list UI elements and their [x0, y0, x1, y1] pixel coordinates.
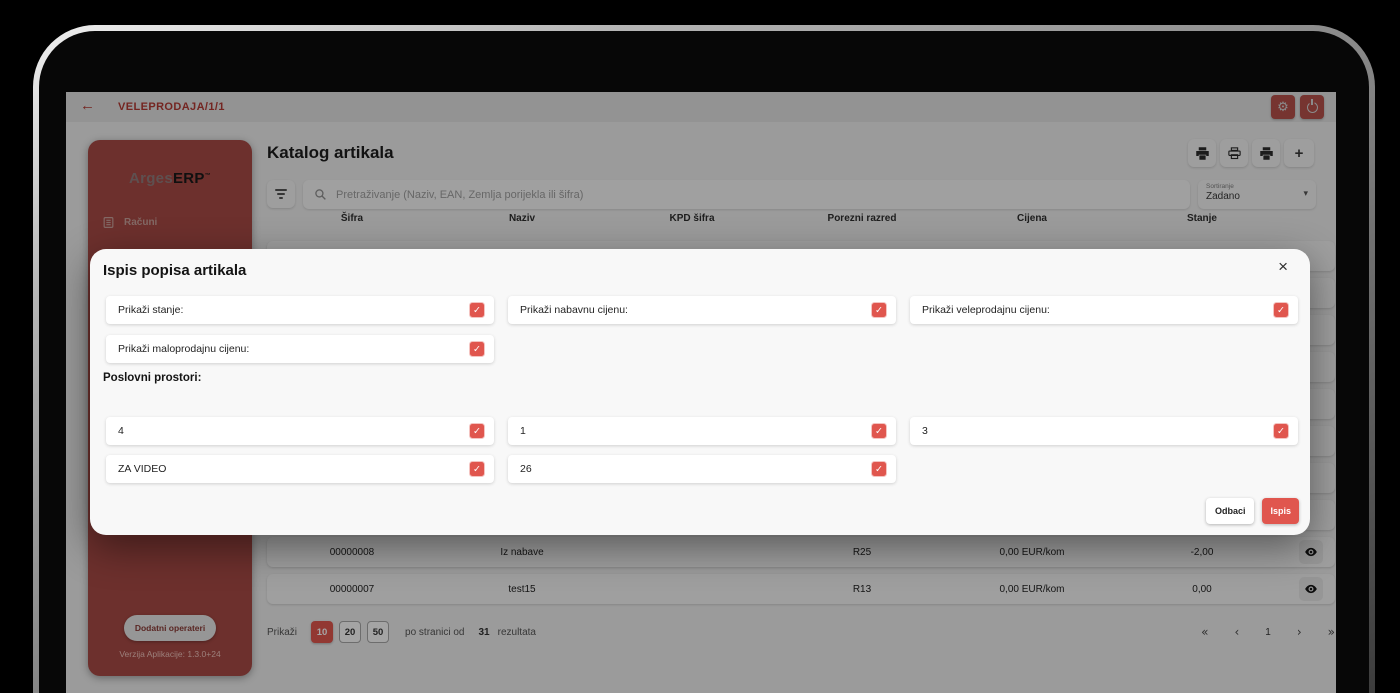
print-option-card[interactable]: Prikaži veleprodajnu cijenu: ✓ [910, 296, 1298, 324]
checkbox-checked[interactable]: ✓ [470, 462, 484, 476]
checkbox-checked[interactable]: ✓ [1274, 424, 1288, 438]
premise-label: 1 [520, 425, 872, 437]
dialog-actions: Odbaci Ispis [1206, 498, 1299, 524]
premise-card[interactable]: 26 ✓ [508, 455, 896, 483]
print-option-card[interactable]: Prikaži stanje: ✓ [106, 296, 494, 324]
premise-card[interactable]: 3 ✓ [910, 417, 1298, 445]
premise-label: 26 [520, 463, 872, 475]
checkbox-checked[interactable]: ✓ [872, 303, 886, 317]
checkbox-checked[interactable]: ✓ [872, 462, 886, 476]
close-icon: × [1278, 257, 1288, 276]
print-options: Prikaži stanje: ✓ Prikaži nabavnu cijenu… [106, 296, 1302, 363]
checkbox-checked[interactable]: ✓ [1274, 303, 1288, 317]
print-option-label: Prikaži veleprodajnu cijenu: [922, 304, 1274, 316]
print-option-label: Prikaži maloprodajnu cijenu: [118, 343, 470, 355]
print-option-label: Prikaži stanje: [118, 304, 470, 316]
app-screen: ← VELEPRODAJA/1/1 ⚙ ArgesERP™ Računi Dod… [66, 92, 1336, 693]
checkbox-checked[interactable]: ✓ [470, 342, 484, 356]
dialog-title: Ispis popisa artikala [103, 262, 246, 279]
tablet-device: ← VELEPRODAJA/1/1 ⚙ ArgesERP™ Računi Dod… [0, 0, 1400, 693]
print-dialog: Ispis popisa artikala × Prikaži stanje: … [90, 249, 1310, 535]
checkbox-checked[interactable]: ✓ [872, 424, 886, 438]
print-option-card[interactable]: Prikaži maloprodajnu cijenu: ✓ [106, 335, 494, 363]
business-premises-label: Poslovni prostori: [103, 372, 201, 384]
premise-label: ZA VIDEO [118, 463, 470, 475]
checkbox-checked[interactable]: ✓ [470, 424, 484, 438]
print-confirm-button[interactable]: Ispis [1262, 498, 1299, 524]
print-option-label: Prikaži nabavnu cijenu: [520, 304, 872, 316]
cancel-button[interactable]: Odbaci [1206, 498, 1255, 524]
premise-card[interactable]: 4 ✓ [106, 417, 494, 445]
premise-label: 4 [118, 425, 470, 437]
close-dialog-button[interactable]: × [1278, 258, 1288, 275]
premise-card[interactable]: ZA VIDEO ✓ [106, 455, 494, 483]
business-premises-options: 4 ✓ 1 ✓ 3 ✓ ZA VIDEO ✓ 26 ✓ [106, 417, 1302, 483]
print-option-card[interactable]: Prikaži nabavnu cijenu: ✓ [508, 296, 896, 324]
premise-card[interactable]: 1 ✓ [508, 417, 896, 445]
premise-label: 3 [922, 425, 1274, 437]
checkbox-checked[interactable]: ✓ [470, 303, 484, 317]
